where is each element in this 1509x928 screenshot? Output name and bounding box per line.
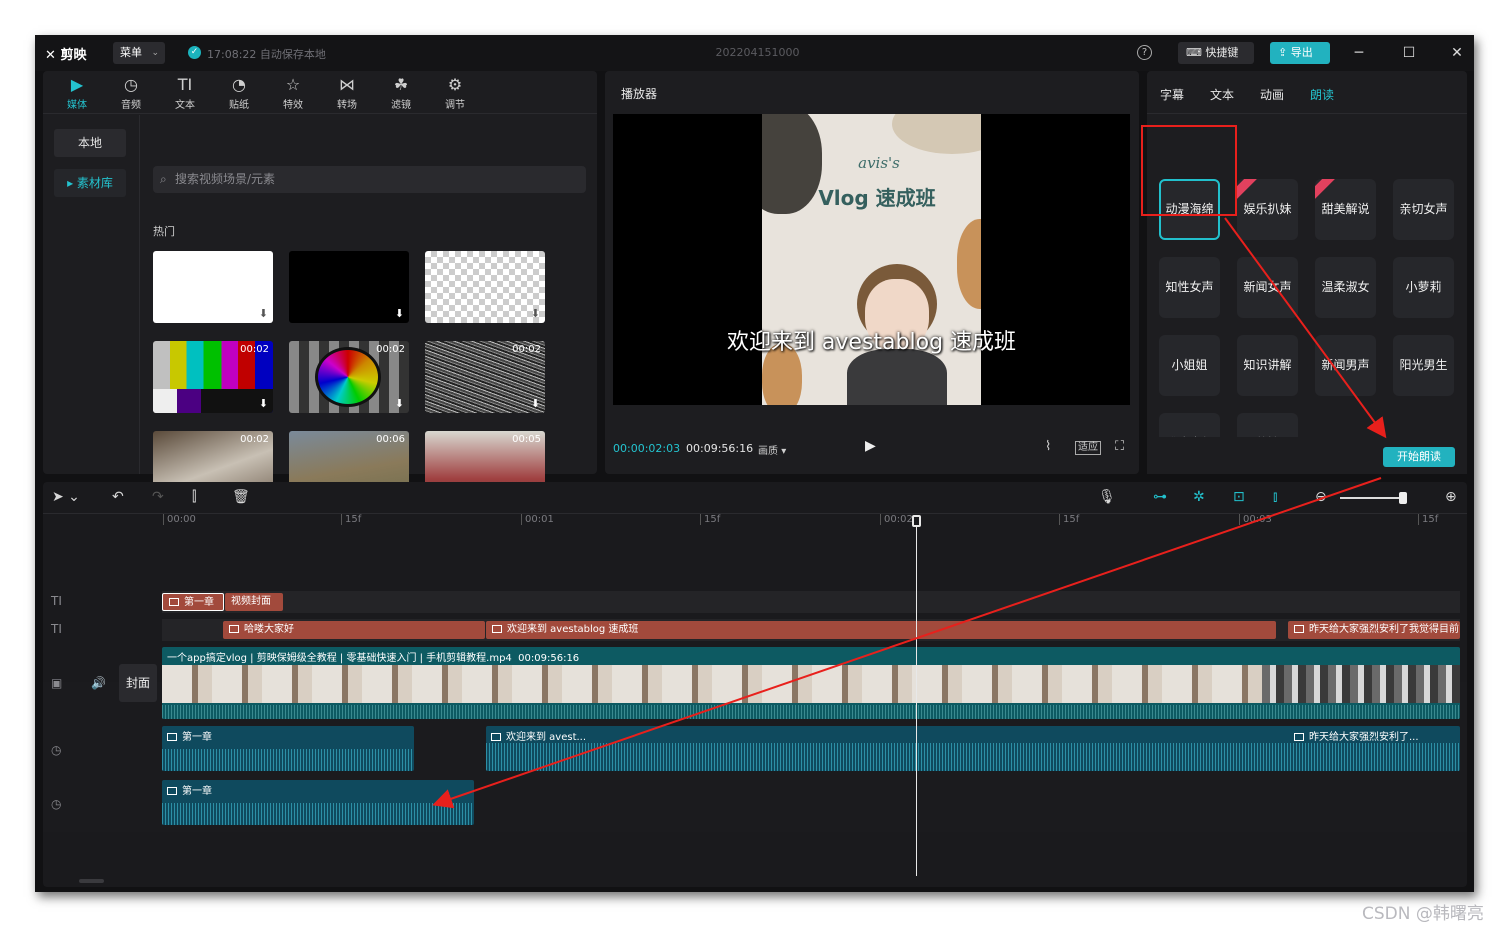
app-window: ✕ 剪映 菜单 ⌄ ✓ 17:08:22 自动保存本地 202204151000 …: [35, 35, 1474, 892]
annotation-arrow-to-audio: [432, 477, 1382, 809]
annotation-arrows: [432, 217, 1387, 809]
annotation-arrow-to-start: [1224, 217, 1387, 439]
watermark: CSDN @韩曙亮: [1362, 904, 1484, 924]
